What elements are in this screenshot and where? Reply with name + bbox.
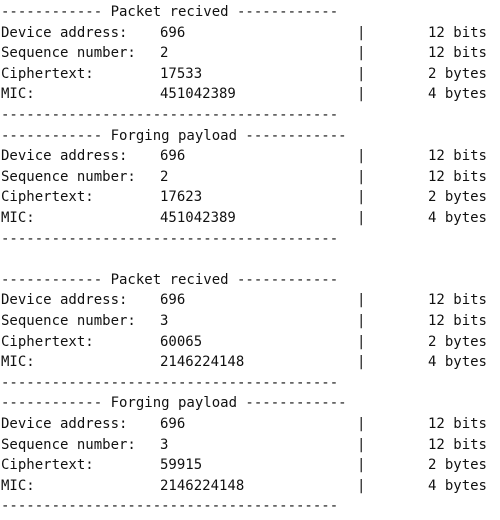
column-separator: | [357, 477, 366, 494]
column-separator: | [357, 457, 366, 474]
column-separator: | [357, 189, 366, 206]
section-header-text: ------------ Forging payload -----------… [1, 395, 347, 412]
field-size: 12 bits [427, 313, 487, 329]
field-size: 12 bits [427, 45, 487, 62]
field-row: Device address: 696 | 12 bits [0, 290, 500, 311]
field-value: 17533 [160, 65, 203, 82]
field-size: 12 bits [427, 148, 487, 165]
section-header-text: ------------ Forging payload -----------… [1, 127, 347, 144]
field-size: 4 bytes [427, 210, 487, 226]
field-label: Device address: [1, 292, 128, 309]
field-row: Device address: 696 | 12 bits [0, 414, 500, 435]
divider-line: ---------------------------------------- [0, 105, 500, 126]
divider-line: ---------------------------------------- [0, 229, 500, 250]
field-size: 12 bits [427, 292, 487, 309]
divider-line: ---------------------------------------- [0, 373, 500, 394]
field-size: 12 bits [427, 168, 487, 185]
field-size: 12 bits [427, 436, 487, 453]
divider-text: ---------------------------------------- [1, 374, 339, 391]
section-header-text: ------------ Packet recived ------------ [1, 4, 339, 20]
field-size: 12 bits [427, 24, 487, 41]
field-size: 12 bits [427, 416, 487, 432]
column-separator: | [357, 210, 366, 226]
field-label: Ciphertext: [1, 333, 94, 350]
field-row: Ciphertext: 60065 | 2 bytes [0, 332, 500, 353]
field-label: Sequence number: [1, 313, 136, 329]
field-label: MIC: [1, 354, 35, 371]
divider-text: ---------------------------------------- [1, 498, 339, 515]
section-header-text: ------------ Packet recived ------------ [1, 271, 339, 288]
field-label: MIC: [1, 210, 35, 226]
divider-text: ---------------------------------------- [1, 107, 339, 123]
field-size: 4 bytes [427, 477, 487, 494]
field-value: 451042389 [160, 210, 236, 226]
field-value: 696 [160, 292, 186, 309]
field-value: 2 [160, 168, 169, 185]
column-separator: | [357, 24, 366, 41]
field-row: Device address: 696 | 12 bits [0, 23, 500, 44]
field-label: Ciphertext: [1, 65, 94, 82]
field-label: Device address: [1, 24, 128, 41]
field-label: Device address: [1, 148, 128, 165]
column-separator: | [357, 168, 366, 185]
field-label: MIC: [1, 477, 35, 494]
field-value: 60065 [160, 333, 203, 350]
field-row: Sequence number: 2 | 12 bits [0, 43, 500, 64]
section-header: ------------ Forging payload -----------… [0, 126, 500, 147]
field-value: 2146224148 [160, 354, 245, 371]
field-label: Sequence number: [1, 45, 136, 62]
field-value: 2 [160, 45, 169, 62]
field-size: 2 bytes [427, 65, 487, 82]
field-value: 696 [160, 416, 186, 432]
column-separator: | [357, 65, 366, 82]
column-separator: | [357, 416, 366, 432]
column-separator: | [357, 354, 366, 371]
field-row: MIC: 451042389 | 4 bytes [0, 208, 500, 229]
field-label: MIC: [1, 86, 35, 103]
field-size: 4 bytes [427, 86, 487, 103]
column-separator: | [357, 86, 366, 103]
section-header: ------------ Packet recived ------------ [0, 270, 500, 291]
divider-text: ---------------------------------------- [1, 230, 339, 247]
column-separator: | [357, 333, 366, 350]
field-size: 4 bytes [427, 354, 487, 371]
column-separator: | [357, 436, 366, 453]
field-row: Ciphertext: 17623 | 2 bytes [0, 187, 500, 208]
field-row: Ciphertext: 17533 | 2 bytes [0, 64, 500, 85]
field-row: MIC: 451042389 | 4 bytes [0, 84, 500, 105]
field-label: Sequence number: [1, 168, 136, 185]
column-separator: | [357, 292, 366, 309]
field-value: 3 [160, 436, 169, 453]
field-label: Device address: [1, 416, 128, 432]
column-separator: | [357, 313, 366, 329]
field-label: Ciphertext: [1, 457, 94, 474]
field-size: 2 bytes [427, 189, 487, 206]
field-row: Device address: 696 | 12 bits [0, 146, 500, 167]
field-row: Sequence number: 3 | 12 bits [0, 435, 500, 456]
field-label: Ciphertext: [1, 189, 94, 206]
terminal-output: ------------ Packet recived ------------… [0, 0, 500, 520]
field-row: Ciphertext: 59915 | 2 bytes [0, 455, 500, 476]
field-row: MIC: 2146224148 | 4 bytes [0, 352, 500, 373]
section-header: ------------ Forging payload -----------… [0, 393, 500, 414]
field-size: 2 bytes [427, 457, 487, 474]
field-value: 3 [160, 313, 169, 329]
field-value: 451042389 [160, 86, 236, 103]
section-header: ------------ Packet recived ------------ [0, 2, 500, 23]
field-size: 2 bytes [427, 333, 487, 350]
column-separator: | [357, 148, 366, 165]
divider-line: ---------------------------------------- [0, 496, 500, 517]
field-value: 696 [160, 24, 186, 41]
field-row: MIC: 2146224148 | 4 bytes [0, 476, 500, 497]
column-separator: | [357, 45, 366, 62]
field-value: 696 [160, 148, 186, 165]
field-row: Sequence number: 3 | 12 bits [0, 311, 500, 332]
field-value: 17623 [160, 189, 203, 206]
field-row: Sequence number: 2 | 12 bits [0, 167, 500, 188]
field-label: Sequence number: [1, 436, 136, 453]
field-value: 2146224148 [160, 477, 245, 494]
field-value: 59915 [160, 457, 203, 474]
